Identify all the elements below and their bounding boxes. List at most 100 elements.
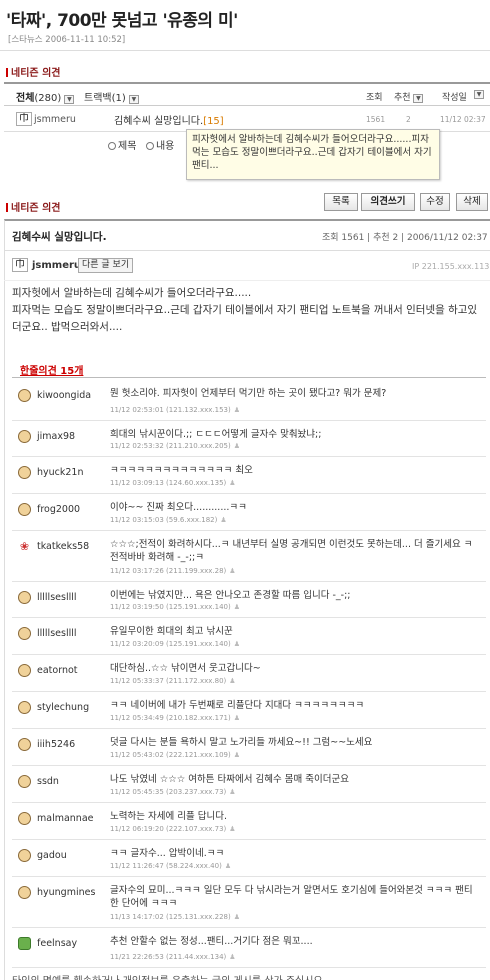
chevron-down-icon[interactable]: ▼ bbox=[64, 95, 75, 104]
write-opinion-button[interactable]: 의견쓰기 bbox=[361, 193, 415, 211]
report-icon[interactable]: ♟ bbox=[234, 751, 240, 759]
row-title[interactable]: 김혜수씨 실망입니다.[15] bbox=[114, 112, 224, 127]
comment-user[interactable]: tkatkeks58 bbox=[37, 541, 89, 552]
comment-date: 11/12 05:33:37 (211.172.xxx.80) ♟ bbox=[110, 677, 236, 685]
comment-user[interactable]: stylechung bbox=[37, 702, 89, 713]
report-icon[interactable]: ♟ bbox=[234, 406, 240, 414]
report-icon[interactable]: ♟ bbox=[234, 603, 240, 611]
comment-item: eatornot 대단하심..☆☆ 낚이면서 웃고갑니다~ 11/12 05:33:… bbox=[12, 655, 486, 692]
comment-date: 11/12 03:15:03 (59.6.xxx.182) ♟ bbox=[110, 516, 227, 524]
comment-text: 이야~~ 진짜 최오다............ㅋㅋ bbox=[110, 502, 247, 513]
comment-text: 유일무이한 희대의 최고 낚시꾼 bbox=[110, 626, 233, 637]
comment-date-text: 11/12 05:45:35 (203.237.xxx.73) bbox=[110, 788, 227, 796]
report-icon[interactable]: ♟ bbox=[234, 913, 240, 921]
report-icon[interactable]: ♟ bbox=[225, 862, 231, 870]
col-recommend[interactable]: 추천 ▼ bbox=[394, 90, 424, 103]
smiley-avatar-icon bbox=[18, 591, 31, 604]
comment-item: lllllsesllll 유일무이한 희대의 최고 낚시꾼 11/12 03:20:… bbox=[12, 618, 486, 655]
report-icon[interactable]: ♟ bbox=[229, 479, 235, 487]
chevron-down-icon[interactable]: ▼ bbox=[128, 95, 139, 104]
comment-text: 덧글 다시는 분들 욕하시 말고 노가리들 까세요~!! 그럼~~노세요 bbox=[110, 737, 373, 748]
row-recommend: 2 bbox=[406, 115, 411, 124]
comment-user[interactable]: hyungmines bbox=[37, 887, 95, 898]
radio-title[interactable]: 제목 bbox=[108, 141, 136, 152]
report-icon[interactable]: ♟ bbox=[229, 788, 235, 796]
preview-tooltip: 피자헛에서 알바하는데 김혜수씨가 들어오더라구요......피자먹는 모습도 … bbox=[186, 129, 440, 180]
avatar: 巾 bbox=[16, 112, 32, 126]
comment-user[interactable]: hyuck21n bbox=[37, 467, 84, 478]
tab-trackback-label: 트랙백 bbox=[84, 93, 112, 104]
comment-user[interactable]: ssdn bbox=[37, 776, 59, 787]
row-title-text: 김혜수씨 실망입니다. bbox=[114, 116, 204, 127]
report-icon[interactable]: ♟ bbox=[220, 516, 226, 524]
flower-avatar-icon bbox=[18, 937, 31, 950]
comment-user[interactable]: frog2000 bbox=[37, 504, 80, 515]
comment-user[interactable]: feelnsay bbox=[37, 938, 77, 949]
other-posts-button[interactable]: 다른 글 보기 bbox=[78, 258, 134, 273]
radio-title-label: 제목 bbox=[118, 141, 137, 152]
divider bbox=[4, 280, 490, 281]
comment-text: 뭔 헛소리야. 피자헛이 언제부터 먹기만 하는 곳이 됐다고? 뭐가 문제? bbox=[110, 388, 387, 399]
comment-user[interactable]: eatornot bbox=[37, 665, 78, 676]
comment-text: 추천 안할수 없는 정성...팬티...거기다 점은 뭐꼬.... bbox=[110, 936, 313, 947]
comment-date: 11/12 05:45:35 (203.237.xxx.73) ♟ bbox=[110, 788, 236, 796]
col-recommend-label: 추천 bbox=[394, 93, 411, 103]
comment-text: ㅋㅋㅋㅋㅋㅋㅋㅋㅋㅋㅋㅋㅋㅋ 최오 bbox=[110, 465, 253, 476]
comment-date: 11/12 05:34:49 (210.182.xxx.171) ♟ bbox=[110, 714, 240, 722]
comment-user[interactable]: malmannae bbox=[37, 813, 94, 824]
smiley-avatar-icon bbox=[18, 701, 31, 714]
tab-trackback[interactable]: 트랙백(1) ▼ bbox=[84, 89, 139, 104]
list-button[interactable]: 목록 bbox=[324, 193, 358, 211]
smiley-avatar-icon bbox=[18, 886, 31, 899]
comment-item: frog2000 이야~~ 진짜 최오다............ㅋㅋ 11/12 0… bbox=[12, 494, 486, 531]
comment-date-text: 11/12 03:19:50 (125.191.xxx.140) bbox=[110, 603, 231, 611]
tab-trackback-count: (1) bbox=[111, 93, 126, 104]
comment-user[interactable]: lllllsesllll bbox=[37, 628, 77, 639]
comment-user[interactable]: gadou bbox=[37, 850, 67, 861]
comment-item: feelnsay 추천 안할수 없는 정성...팬티...거기다 점은 뭐꼬...… bbox=[12, 928, 486, 968]
comment-item: jimax98 희대의 낚시꾼이다.;; ㄷㄷㄷ어떻게 글자수 맞춰놨냐;; 11/… bbox=[12, 421, 486, 457]
report-icon[interactable]: ♟ bbox=[229, 677, 235, 685]
comment-date: 11/21 22:26:53 (211.44.xxx.134) ♟ bbox=[110, 953, 236, 961]
smiley-avatar-icon: ❀ bbox=[19, 540, 30, 553]
section-title-netizen: 네티즌 의견 bbox=[6, 64, 60, 79]
comment-user[interactable]: jimax98 bbox=[37, 431, 75, 442]
avatar: 巾 bbox=[12, 258, 28, 272]
report-icon[interactable]: ♟ bbox=[234, 442, 240, 450]
comment-date-text: 11/12 11:26:47 (58.224.xxx.40) bbox=[110, 862, 222, 870]
report-icon[interactable]: ♟ bbox=[234, 640, 240, 648]
post-meta: 조회 1561 | 추천 2 | 2006/11/12 02:37 bbox=[322, 233, 488, 243]
smiley-avatar-icon bbox=[18, 466, 31, 479]
comment-date-text: 11/13 14:17:02 (125.131.xxx.228) bbox=[110, 913, 231, 921]
comment-date: 11/13 14:17:02 (125.131.xxx.228) ♟ bbox=[110, 913, 240, 921]
col-views: 조회 bbox=[366, 93, 383, 103]
report-icon[interactable]: ♟ bbox=[234, 714, 240, 722]
comment-user[interactable]: lllllsesllll bbox=[37, 592, 77, 603]
report-icon[interactable]: ♟ bbox=[229, 825, 235, 833]
row-author[interactable]: jsmmeru bbox=[34, 114, 76, 125]
delete-button[interactable]: 삭제 bbox=[456, 193, 488, 211]
report-icon[interactable]: ♟ bbox=[229, 567, 235, 575]
chevron-down-icon[interactable]: ▼ bbox=[413, 94, 424, 103]
edit-button[interactable]: 수정 bbox=[420, 193, 450, 211]
radio-content-label: 내용 bbox=[155, 141, 175, 152]
tab-all-count: (280) bbox=[34, 93, 62, 104]
comment-item: kiwoongida 뭔 헛소리야. 피자헛이 언제부터 먹기만 하는 곳이 됐다… bbox=[12, 380, 486, 421]
tab-all[interactable]: 전체(280) ▼ bbox=[16, 89, 75, 104]
col-author: 작성일 bbox=[442, 93, 467, 103]
post-author[interactable]: jsmmeru bbox=[32, 260, 81, 271]
bottom-notice: 타인의 명예를 훼손하거나 개인정보를 유출하는 글의 게시를 삼가 주십시오. bbox=[12, 972, 326, 980]
comment-date-text: 11/12 02:53:32 (211.210.xxx.205) bbox=[110, 442, 231, 450]
comment-user[interactable]: kiwoongida bbox=[37, 390, 91, 401]
chevron-down-icon[interactable]: ▼ bbox=[474, 90, 484, 99]
comment-text: ㅋㅋ 네이버에 내가 두번째로 리플단다 지대다 ㅋㅋㅋㅋㅋㅋㅋㅋ bbox=[110, 700, 365, 711]
post-ip: IP 221.155.xxx.113 bbox=[412, 262, 490, 271]
radio-content[interactable]: 내용 bbox=[145, 141, 175, 152]
comment-text: 노력하는 자세에 리플 답니다. bbox=[110, 811, 227, 822]
comment-user[interactable]: iiih5246 bbox=[37, 739, 75, 750]
comment-date: 11/12 03:09:13 (124.60.xxx.135) ♟ bbox=[110, 479, 236, 487]
comment-date-text: 11/12 03:09:13 (124.60.xxx.135) bbox=[110, 479, 227, 487]
report-icon[interactable]: ♟ bbox=[229, 953, 235, 961]
comment-item: ssdn 나도 낚였네 ☆☆☆ 여하튼 타짜에서 김혜수 몸매 죽이더군요 11/1… bbox=[12, 766, 486, 803]
row-date: 11/12 02:37 bbox=[440, 115, 486, 124]
